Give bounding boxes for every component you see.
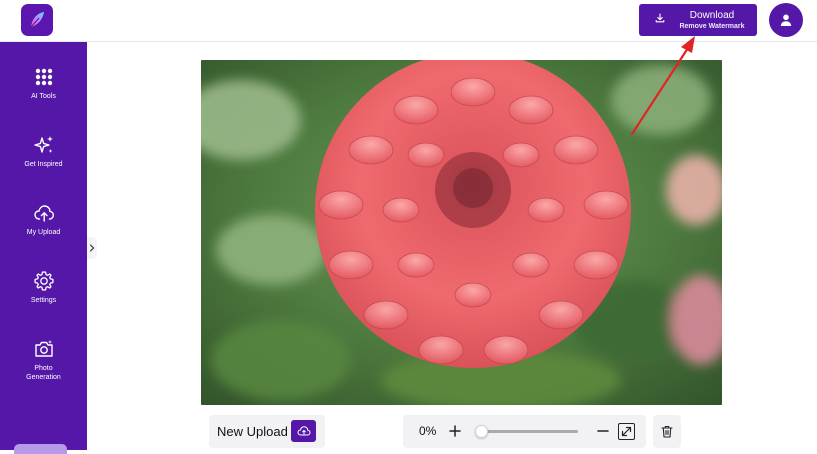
download-sublabel: Remove Watermark [679,23,745,30]
user-avatar-button[interactable] [769,3,803,37]
expand-icon [621,426,632,437]
sidebar-bottom-button[interactable] [14,444,67,454]
new-upload-bar: New Upload [209,415,325,448]
sidebar-item-my-upload[interactable]: My Upload [0,202,87,237]
sidebar-collapse-toggle[interactable] [87,237,97,259]
zoom-in-button[interactable] [447,423,463,439]
zoom-slider-handle[interactable] [475,425,488,438]
cloud-upload-icon [296,426,311,436]
sidebar-item-photo-generation[interactable]: Photo Generation [0,338,87,382]
dahlia-photo [201,60,722,405]
sidebar-item-ai-tools[interactable]: AI Tools [0,66,87,101]
gear-icon [33,271,54,291]
camera-icon [34,340,53,357]
new-upload-label: New Upload [217,424,288,439]
fit-screen-button[interactable] [618,423,635,440]
download-label: Download [689,10,735,21]
sidebar-item-label: My Upload [26,229,61,236]
sidebar-item-label: Settings [30,297,57,304]
zoom-out-button[interactable] [595,423,611,439]
sidebar-item-label: Photo Generation [26,365,61,381]
download-icon [655,13,665,23]
minus-icon [597,430,609,432]
grid-icon [35,68,52,86]
top-bar: Download Remove Watermark [0,0,817,42]
user-icon [780,14,792,26]
new-upload-button[interactable] [291,420,316,442]
zoom-slider-track[interactable] [481,430,578,433]
image-canvas[interactable] [201,60,722,405]
chevron-right-icon [89,244,95,252]
sidebar: AI Tools Get Inspired My Upload Settings… [0,42,87,454]
sparkles-icon [33,136,53,153]
cloud-upload-icon [33,205,54,222]
sidebar-item-settings[interactable]: Settings [0,270,87,305]
trash-icon [661,425,673,438]
app-logo[interactable] [21,4,53,36]
sidebar-item-get-inspired[interactable]: Get Inspired [0,134,87,169]
delete-button[interactable] [653,415,681,448]
plus-icon [449,425,461,437]
zoom-percentage: 0% [419,424,437,438]
feather-logo-icon [30,12,44,28]
sidebar-item-label: Get Inspired [24,161,63,168]
zoom-controls: 0% [403,415,646,448]
download-button[interactable]: Download Remove Watermark [639,4,757,36]
sidebar-item-label: AI Tools [31,93,56,100]
